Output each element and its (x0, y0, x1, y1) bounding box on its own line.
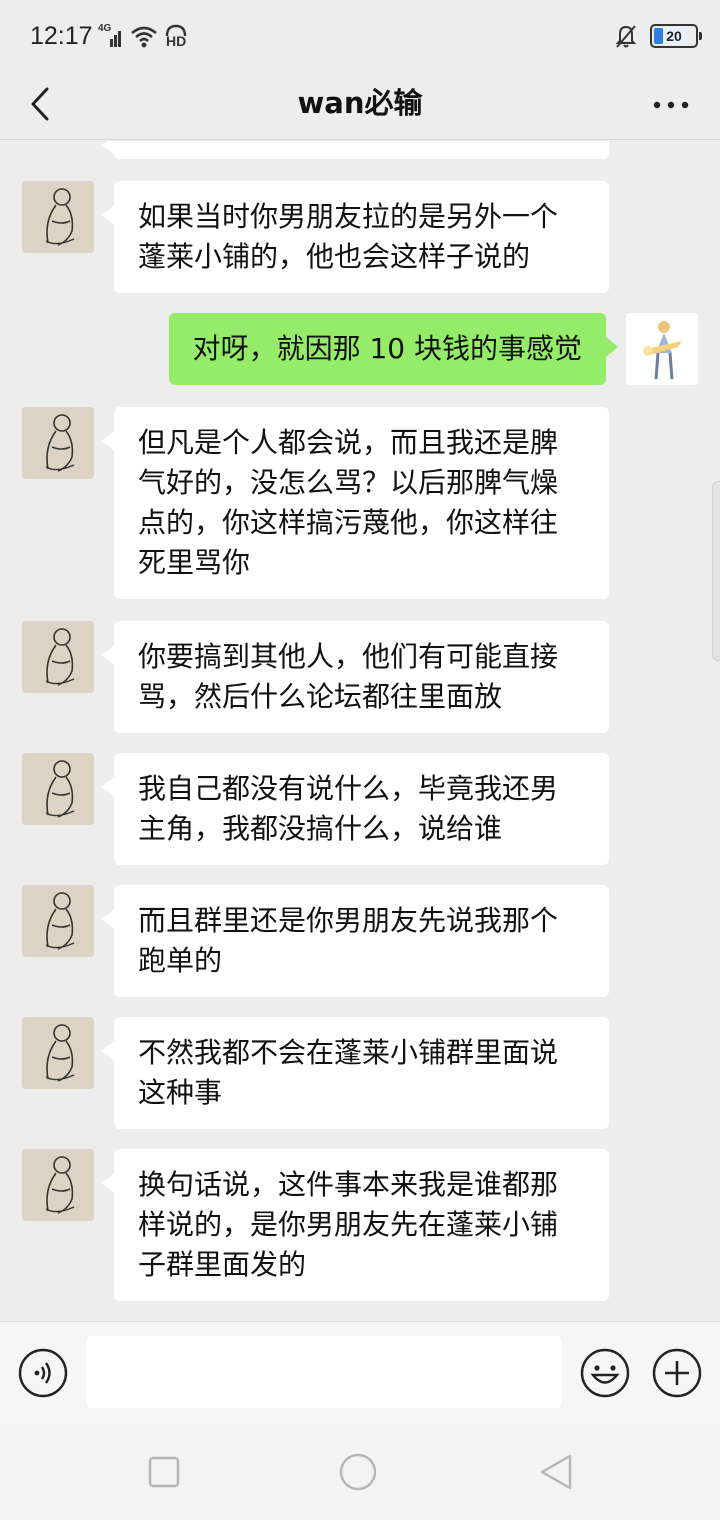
battery-fill (654, 28, 663, 44)
message-bubble[interactable]: 如果当时你男朋友拉的是另外一个蓬莱小铺的，他也会这样子说的 (102, 181, 609, 293)
plus-icon (652, 1348, 702, 1398)
contact-avatar[interactable] (22, 1017, 94, 1089)
sketch-figure-icon (22, 753, 94, 825)
sketch-figure-icon (22, 407, 94, 479)
system-back-button[interactable] (536, 1452, 576, 1492)
emoji-button[interactable] (580, 1348, 630, 1398)
message-text: 你要搞到其他人，他们有可能直接骂，然后什么论坛都往里面放 (138, 640, 559, 713)
square-icon (148, 1456, 180, 1488)
message-text: 而且群里还是你男朋友先说我那个跑单的 (138, 904, 559, 977)
home-button[interactable] (338, 1452, 378, 1492)
message-text: 我自己都没有说什么，毕竟我还男主角，我都没搞什么，说给谁 (138, 772, 559, 845)
recent-apps-button[interactable] (144, 1452, 184, 1492)
hd-call-icon: HD (164, 24, 188, 50)
battery-icon: 20 (650, 24, 702, 48)
more-functions-button[interactable] (652, 1348, 702, 1398)
voice-input-button[interactable] (18, 1348, 68, 1398)
contact-avatar[interactable] (22, 1149, 94, 1221)
hd-label: HD (166, 33, 187, 49)
contact-avatar[interactable] (22, 753, 94, 825)
status-time: 12:17 (30, 22, 93, 50)
message-text: 对呀，就因那 10 块钱的事感觉 (192, 332, 582, 365)
mute-bell-icon (614, 23, 638, 49)
battery-level: 20 (663, 28, 685, 44)
input-bar (0, 1321, 720, 1424)
message-text: 如果当时你男朋友拉的是另外一个蓬莱小铺的，他也会这样子说的 (138, 200, 559, 273)
message-bubble[interactable]: 不然我都不会在蓬莱小铺群里面说这种事 (102, 1017, 609, 1129)
message-list[interactable]: 如果当时你男朋友拉的是另外一个蓬莱小铺的，他也会这样子说的 对呀，就因那 10 … (0, 141, 720, 1321)
message-bubble[interactable]: 我自己都没有说什么，毕竟我还男主角，我都没搞什么，说给谁 (102, 753, 609, 865)
more-dots-icon (653, 101, 689, 109)
message-text: 不然我都不会在蓬莱小铺群里面说这种事 (138, 1036, 559, 1109)
triangle-back-icon (540, 1454, 572, 1490)
more-options-button[interactable] (646, 82, 696, 128)
sent-message-bubble[interactable]: 对呀，就因那 10 块钱的事感觉 (168, 313, 619, 385)
message-text: 但凡是个人都会说，而且我还是脾气好的，没怎么骂？以后那脾气燥点的，你这样搞污蔑他… (138, 426, 559, 579)
my-avatar[interactable] (626, 313, 698, 385)
status-bar: 12:17 4G HD 20 (0, 0, 720, 72)
contact-avatar[interactable] (22, 885, 94, 957)
sketch-figure-icon (22, 1017, 94, 1089)
voice-icon (18, 1348, 68, 1398)
message-bubble[interactable]: 而且群里还是你男朋友先说我那个跑单的 (102, 885, 609, 997)
status-icons-left: 4G HD (98, 23, 188, 50)
status-icons-right: 20 (614, 22, 702, 50)
message-text: 换句话说，这件事本来我是谁都那样说的，是你男朋友先在蓬莱小铺子群里面发的 (138, 1168, 559, 1281)
contact-avatar[interactable] (22, 621, 94, 693)
circle-icon (339, 1453, 377, 1491)
message-bubble[interactable]: 换句话说，这件事本来我是谁都那样说的，是你男朋友先在蓬莱小铺子群里面发的 (102, 1149, 609, 1301)
chat-title: wan必输 (297, 86, 423, 120)
character-avatar-icon (626, 313, 698, 385)
contact-avatar[interactable] (22, 407, 94, 479)
previous-message-bubble[interactable] (102, 141, 609, 159)
emoji-icon (580, 1348, 630, 1398)
chat-header: wan必输 (0, 72, 720, 140)
side-panel-handle[interactable] (712, 481, 720, 661)
sketch-figure-icon (22, 181, 94, 253)
contact-avatar[interactable] (22, 181, 94, 253)
sketch-figure-icon (22, 621, 94, 693)
signal-icon: 4G (98, 23, 124, 49)
message-bubble[interactable]: 但凡是个人都会说，而且我还是脾气好的，没怎么骂？以后那脾气燥点的，你这样搞污蔑他… (102, 407, 609, 599)
sketch-figure-icon (22, 1149, 94, 1221)
wifi-icon (130, 25, 158, 49)
message-input[interactable] (86, 1336, 562, 1408)
message-bubble[interactable]: 你要搞到其他人，他们有可能直接骂，然后什么论坛都往里面放 (102, 621, 609, 733)
system-navigation-bar (0, 1424, 720, 1520)
sketch-figure-icon (22, 885, 94, 957)
